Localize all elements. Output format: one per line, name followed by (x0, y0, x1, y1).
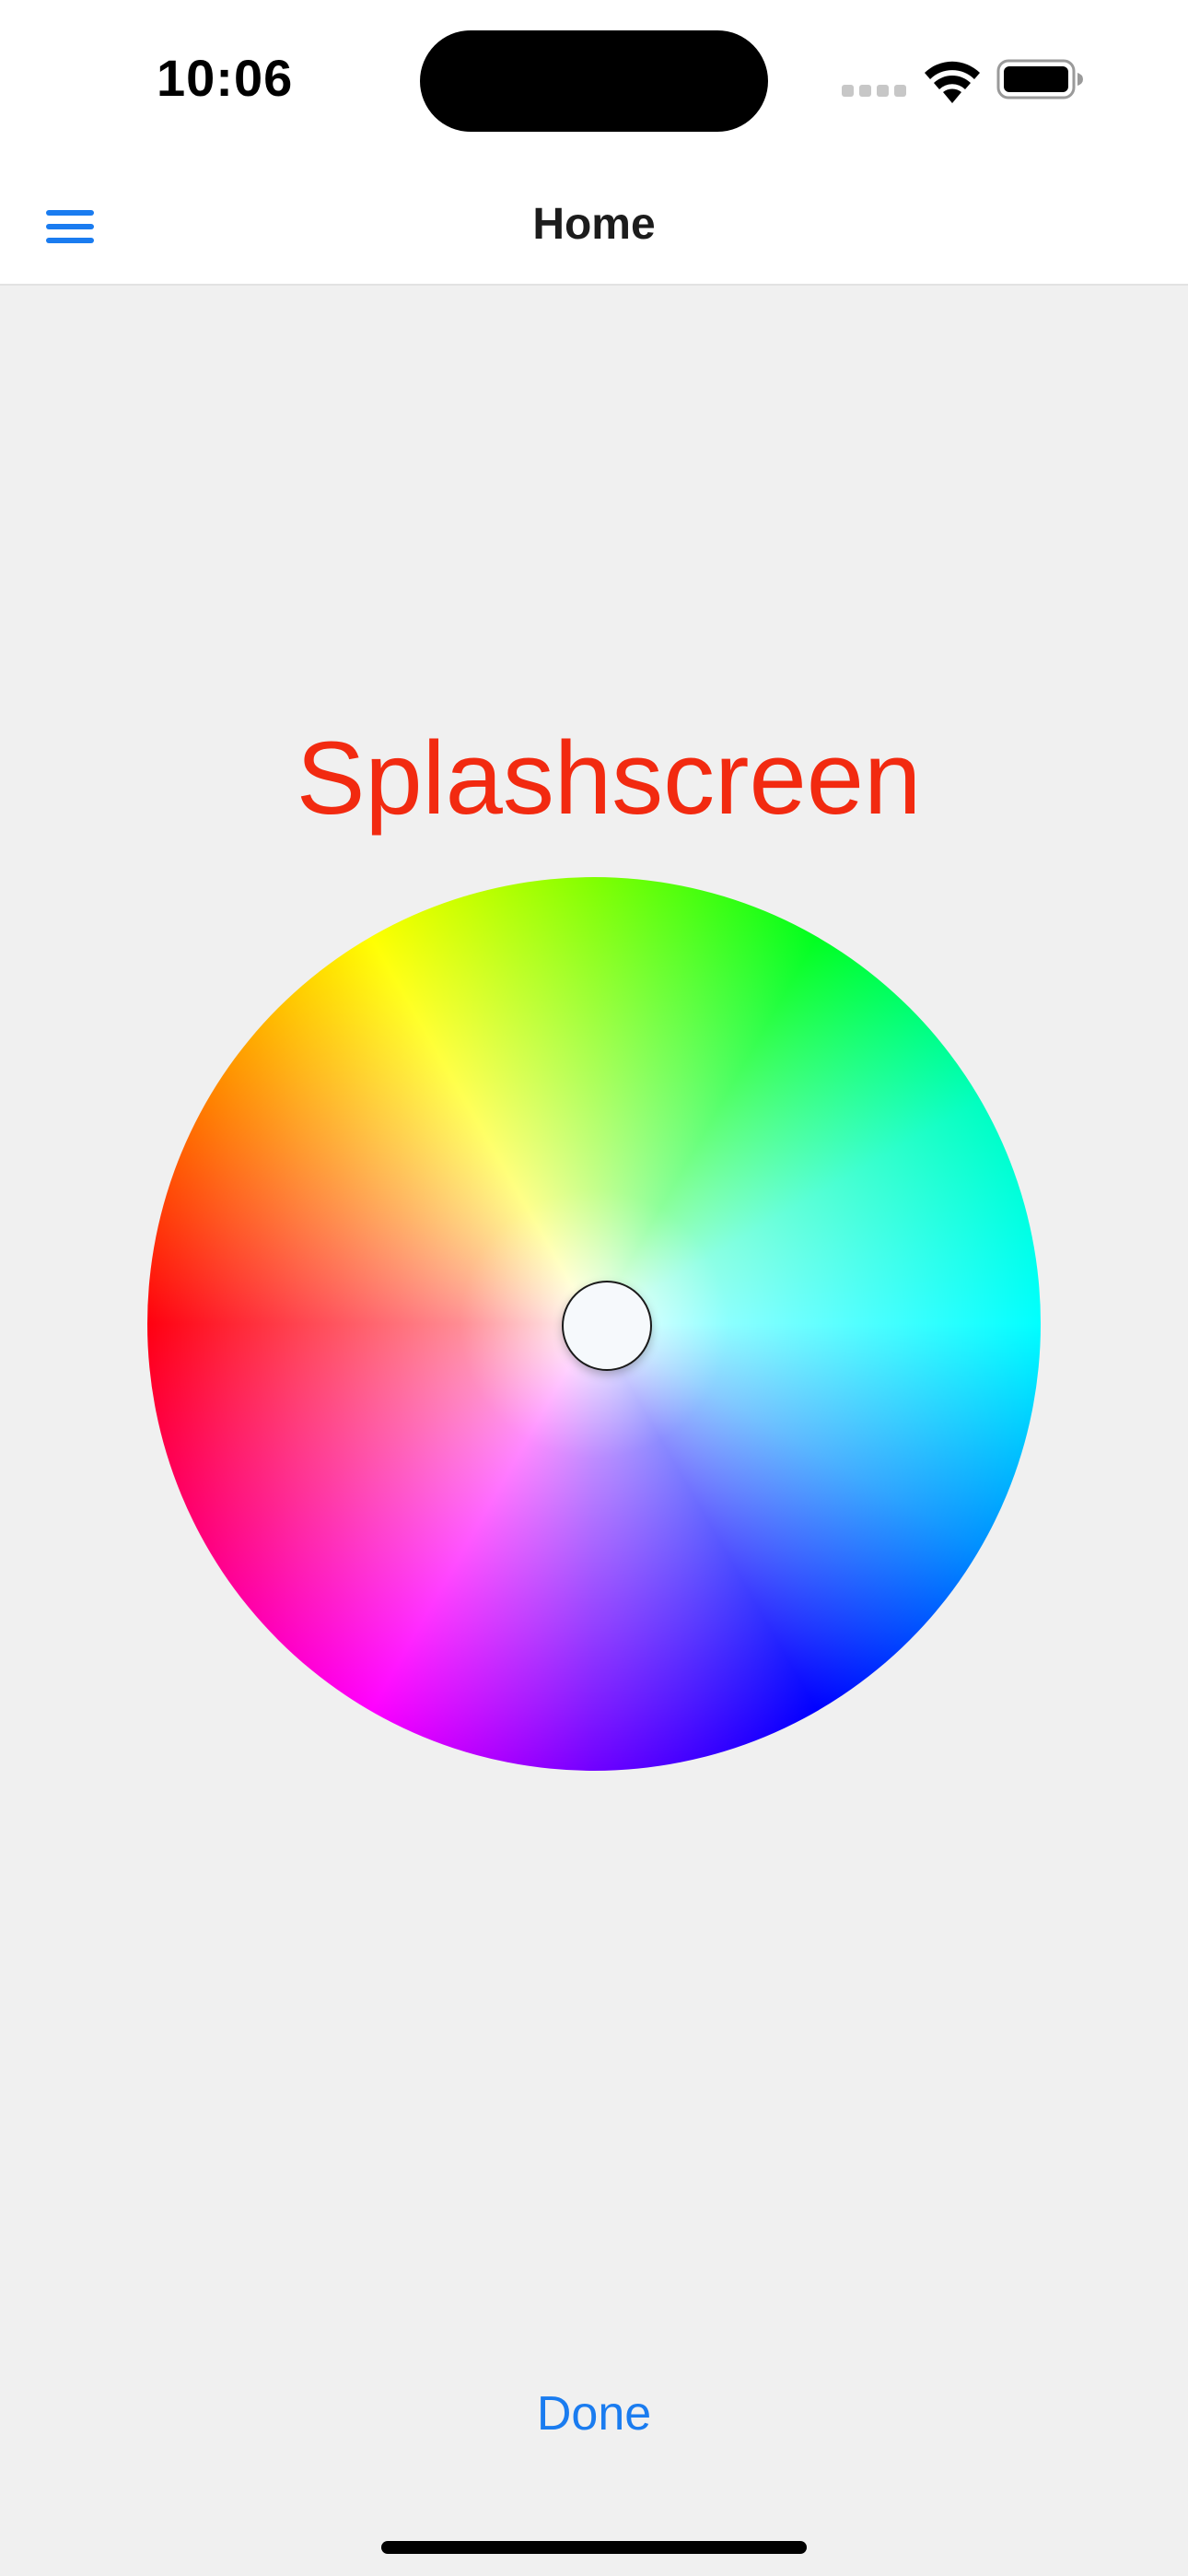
wifi-icon (923, 57, 982, 103)
done-button[interactable]: Done (502, 2384, 686, 2443)
status-bar: 10:06 (0, 0, 1188, 166)
splashscreen-title: Splashscreen (296, 720, 922, 836)
status-time: 10:06 (157, 49, 294, 107)
page-title: Home (532, 200, 656, 249)
color-picker-knob[interactable] (562, 1281, 652, 1371)
dynamic-island (420, 30, 768, 132)
battery-icon (996, 59, 1085, 100)
home-indicator (381, 2541, 807, 2554)
navigation-bar: Home (0, 166, 1188, 286)
cellular-signal-icon (842, 85, 906, 98)
